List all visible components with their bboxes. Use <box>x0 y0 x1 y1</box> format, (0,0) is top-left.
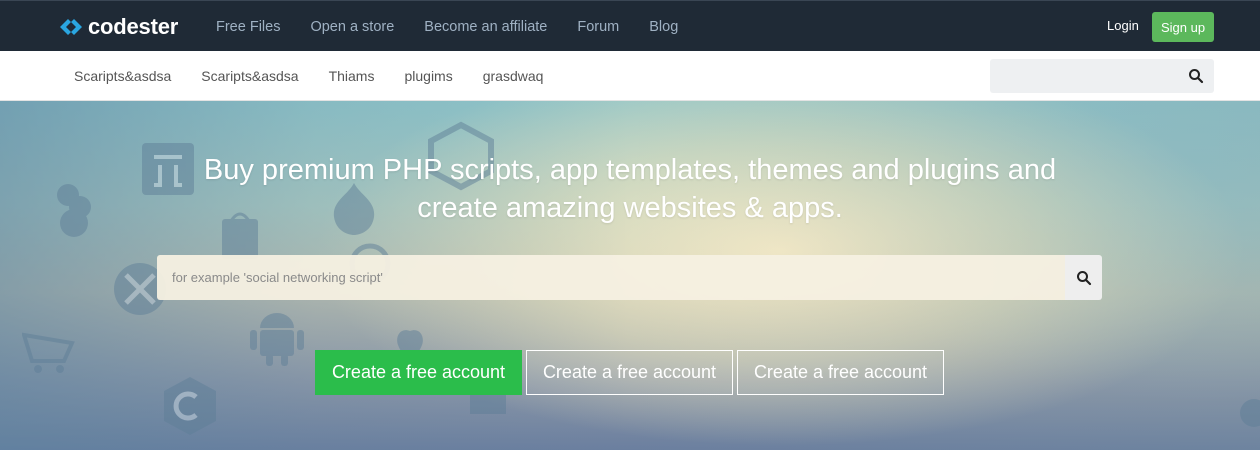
swirl-icon <box>1240 399 1260 427</box>
codester-logo[interactable]: codester <box>59 13 178 41</box>
category-item-1[interactable]: Scaripts&asdsa <box>59 68 186 84</box>
category-nav: Scaripts&asdsa Scaripts&asdsa Thiams plu… <box>59 51 558 101</box>
signup-button[interactable]: Sign up <box>1152 12 1214 42</box>
header-search-input[interactable] <box>990 59 1174 93</box>
cpp-icon <box>164 377 216 435</box>
opencart-icon <box>57 184 91 237</box>
hero-search <box>157 255 1102 300</box>
nav-become-an-affiliate[interactable]: Become an affiliate <box>409 19 562 35</box>
nav-open-a-store[interactable]: Open a store <box>295 19 409 35</box>
create-account-button-secondary-2[interactable]: Create a free account <box>737 350 944 395</box>
hero-headline: Buy premium PHP scripts, app templates, … <box>150 151 1110 227</box>
main-nav: Free Files Open a store Become an affili… <box>201 1 693 52</box>
nav-forum[interactable]: Forum <box>562 19 634 35</box>
search-icon[interactable] <box>1188 68 1204 84</box>
hero-banner: Buy premium PHP scripts, app templates, … <box>0 101 1260 450</box>
hero-search-button[interactable] <box>1065 255 1102 300</box>
create-account-button-secondary-1[interactable]: Create a free account <box>526 350 733 395</box>
android-icon <box>250 313 304 366</box>
nav-free-files[interactable]: Free Files <box>201 19 295 35</box>
search-icon <box>1076 270 1091 285</box>
hero-headline-line1: Buy premium PHP scripts, app templates, … <box>203 154 1057 186</box>
hero-headline-line2: create amazing websites & apps. <box>417 192 843 224</box>
category-item-5[interactable]: grasdwaq <box>468 68 559 84</box>
nav-blog[interactable]: Blog <box>634 19 693 35</box>
hero-search-input[interactable] <box>157 255 1065 300</box>
logo-text: codester <box>88 14 179 39</box>
header-search <box>990 59 1214 93</box>
codester-chevrons-icon <box>59 17 83 37</box>
create-account-button-primary[interactable]: Create a free account <box>315 350 522 395</box>
category-item-2[interactable]: Scaripts&asdsa <box>186 68 313 84</box>
category-item-4[interactable]: plugims <box>389 68 467 84</box>
category-item-3[interactable]: Thiams <box>314 68 390 84</box>
cart-outline-icon <box>22 332 75 373</box>
category-bar: Scaripts&asdsa Scaripts&asdsa Thiams plu… <box>0 51 1260 101</box>
top-navbar: codester Free Files Open a store Become … <box>0 0 1260 51</box>
login-link[interactable]: Login <box>1107 18 1139 33</box>
